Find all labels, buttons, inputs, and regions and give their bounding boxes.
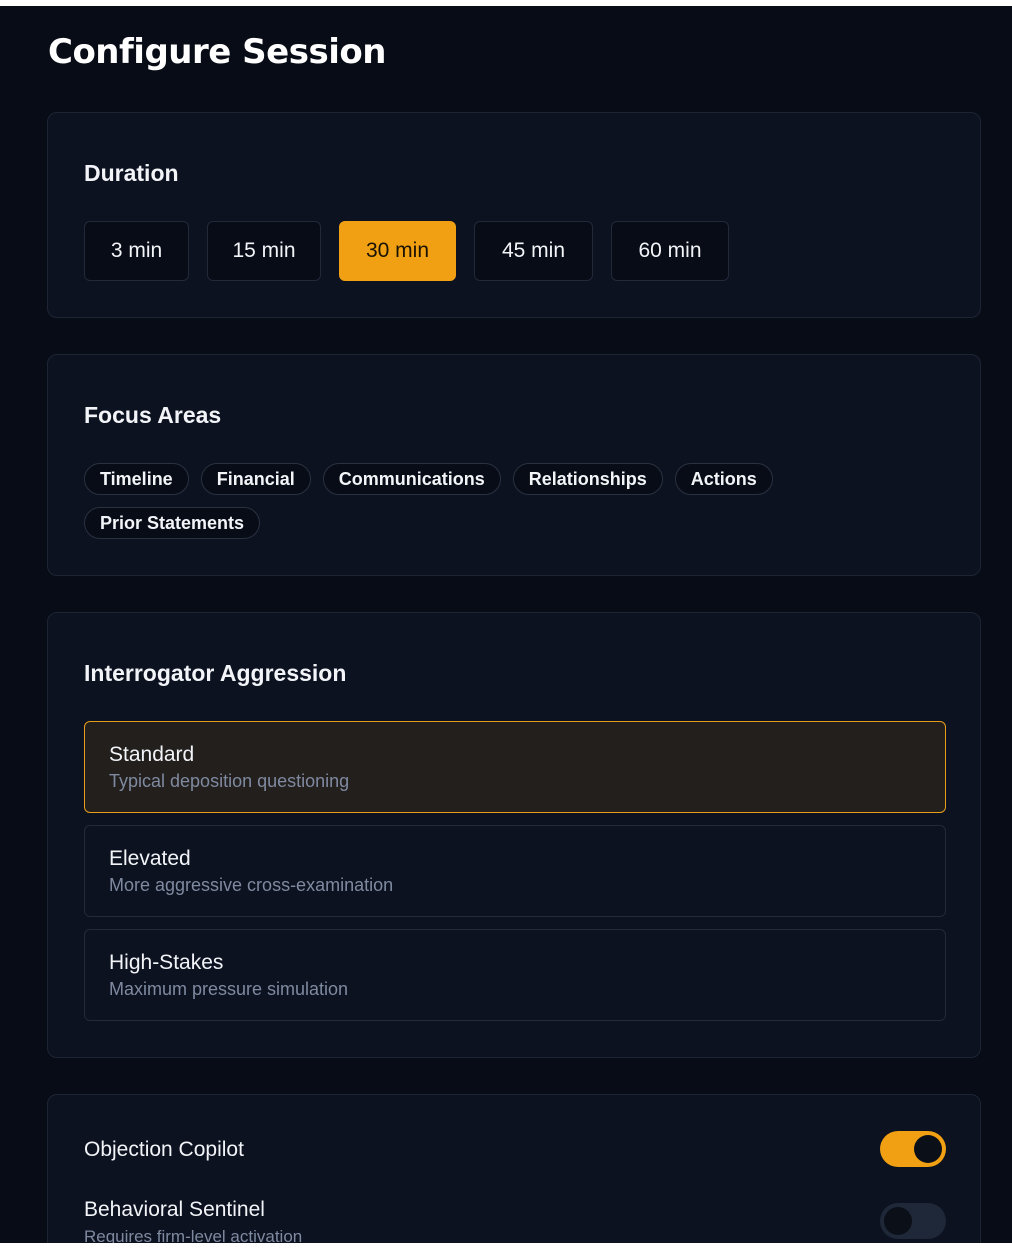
toggle-knob [914,1135,942,1163]
focus-area-chips: Timeline Financial Communications Relati… [84,463,804,539]
toggles-card: Objection Copilot Behavioral Sentinel Re… [47,1094,981,1243]
behavioral-sentinel-label: Behavioral Sentinel [84,1198,265,1221]
page-title: Configure Session [48,32,386,72]
option-title: Elevated [109,847,191,870]
aggression-card: Interrogator Aggression Standard Typical… [47,612,981,1058]
chip-relationships[interactable]: Relationships [512,463,663,495]
behavioral-sentinel-toggle[interactable] [880,1203,946,1239]
aggression-title: Interrogator Aggression [84,660,347,686]
aggression-option-high-stakes[interactable]: High-Stakes Maximum pressure simulation [84,929,946,1021]
duration-45-min-button[interactable]: 45 min [474,221,593,281]
chip-prior-statements[interactable]: Prior Statements [84,507,261,539]
option-title: Standard [109,743,195,766]
option-title: High-Stakes [109,951,224,974]
focus-areas-title: Focus Areas [84,402,222,428]
duration-30-min-button[interactable]: 30 min [339,221,456,281]
chip-financial[interactable]: Financial [200,463,311,495]
objection-copilot-label: Objection Copilot [84,1138,244,1161]
app-frame: Configure Session Duration 3 min 15 min … [0,6,1012,1243]
duration-options: 3 min 15 min 30 min 45 min 60 min [84,221,729,281]
behavioral-sentinel-sublabel: Requires firm-level activation [84,1227,303,1243]
objection-copilot-toggle[interactable] [880,1131,946,1167]
chip-communications[interactable]: Communications [322,463,501,495]
aggression-option-standard[interactable]: Standard Typical deposition questioning [84,721,946,813]
duration-60-min-button[interactable]: 60 min [611,221,729,281]
duration-card: Duration 3 min 15 min 30 min 45 min 60 m… [47,112,981,318]
option-description: Typical deposition questioning [109,771,350,791]
option-description: Maximum pressure simulation [109,979,349,999]
duration-title: Duration [84,160,179,186]
chip-actions[interactable]: Actions [674,463,773,495]
option-description: More aggressive cross-examination [109,875,394,895]
chip-timeline[interactable]: Timeline [84,463,189,495]
toggle-knob [884,1207,912,1235]
focus-areas-card: Focus Areas Timeline Financial Communica… [47,354,981,576]
aggression-option-elevated[interactable]: Elevated More aggressive cross-examinati… [84,825,946,917]
duration-15-min-button[interactable]: 15 min [207,221,321,281]
duration-3-min-button[interactable]: 3 min [84,221,189,281]
